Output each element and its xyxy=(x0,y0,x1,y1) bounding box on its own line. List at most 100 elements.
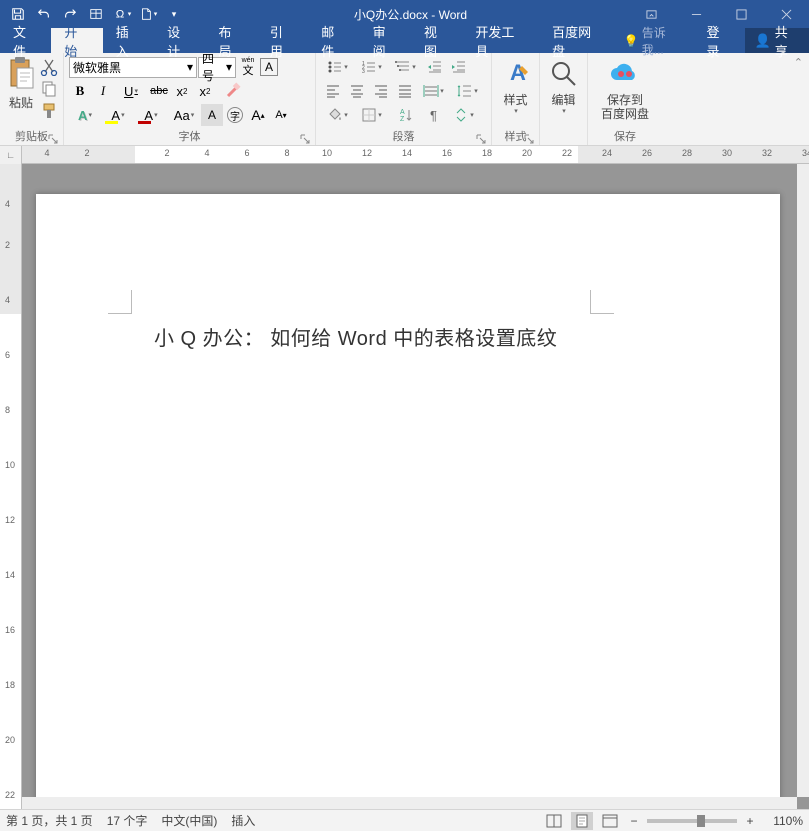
grow-font-button[interactable]: A▴ xyxy=(247,104,269,126)
shading-button[interactable]: ▾ xyxy=(321,104,354,126)
tab-file[interactable]: 文件 xyxy=(0,28,51,53)
tab-developer[interactable]: 开发工具 xyxy=(462,28,539,53)
show-marks-button[interactable]: ¶ xyxy=(423,104,446,126)
char-border-button[interactable]: A xyxy=(260,58,278,76)
share-icon: 👤 xyxy=(755,33,771,49)
editing-button[interactable]: 编辑 ▾ xyxy=(540,56,588,127)
zoom-level[interactable]: 110% xyxy=(763,814,803,828)
status-language[interactable]: 中文(中国) xyxy=(161,812,217,829)
window-title: 小Q办公.docx - Word xyxy=(192,6,629,23)
zoom-in-button[interactable]: + xyxy=(743,814,757,828)
dialog-launcher-icon[interactable] xyxy=(300,131,312,143)
font-size-combo[interactable]: 四号▾ xyxy=(198,57,236,78)
read-mode-icon[interactable] xyxy=(543,812,565,830)
underline-button[interactable]: U▾ xyxy=(115,80,147,102)
document-area: 2468101214161820224 小 Q 办公： 如何给 Word 中的表… xyxy=(0,164,809,809)
document-text[interactable]: 小 Q 办公： 如何给 Word 中的表格设置底纹 xyxy=(154,322,557,351)
ruler-corner: ∟ xyxy=(0,146,22,164)
styles-button[interactable]: A 样式 ▾ xyxy=(492,56,540,127)
decrease-indent-button[interactable] xyxy=(423,56,446,78)
align-right-button[interactable] xyxy=(369,80,392,102)
group-label: 保存 xyxy=(588,128,662,144)
tab-home[interactable]: 开始 xyxy=(51,28,102,53)
status-bar: 第 1 页，共 1 页 17 个字 中文(中国) 插入 − + 110% xyxy=(0,809,809,831)
tab-baidu[interactable]: 百度网盘 xyxy=(539,28,616,53)
highlight-button[interactable]: A▾ xyxy=(102,104,134,126)
login-button[interactable]: 登录 xyxy=(693,28,744,53)
line-spacing-button[interactable]: ▾ xyxy=(451,80,484,102)
sort-button[interactable]: AZ xyxy=(389,104,422,126)
svg-text:A: A xyxy=(400,109,405,116)
multilevel-list-button[interactable]: ▾ xyxy=(389,56,422,78)
phonetic-guide-button[interactable]: wén文 xyxy=(237,56,259,78)
collapse-ribbon-icon[interactable]: ⌃ xyxy=(794,56,803,69)
status-page[interactable]: 第 1 页，共 1 页 xyxy=(6,812,93,829)
numbering-button[interactable]: 123▾ xyxy=(355,56,388,78)
scrollbar-vertical[interactable] xyxy=(797,164,809,797)
distribute-button[interactable]: ▾ xyxy=(417,80,450,102)
asian-layout-button[interactable]: ▾ xyxy=(447,104,480,126)
save-baidu-button[interactable]: 保存到 百度网盘 xyxy=(593,56,657,127)
group-styles: A 样式 ▾ 样式 xyxy=(492,53,540,145)
zoom-out-button[interactable]: − xyxy=(627,814,641,828)
enclose-char-button[interactable]: 字 xyxy=(224,104,246,126)
zoom-slider[interactable] xyxy=(647,819,737,823)
page: 小 Q 办公： 如何给 Word 中的表格设置底纹 xyxy=(36,194,780,809)
char-shading-button[interactable]: A xyxy=(201,104,223,126)
paste-button[interactable]: 粘贴 xyxy=(5,56,37,127)
align-center-button[interactable] xyxy=(345,80,368,102)
align-justify-button[interactable] xyxy=(393,80,416,102)
group-editing: 编辑 ▾ xyxy=(540,53,588,145)
tab-design[interactable]: 设计 xyxy=(154,28,205,53)
copy-icon[interactable] xyxy=(40,80,58,98)
clear-format-button[interactable] xyxy=(217,80,249,102)
dialog-launcher-icon[interactable] xyxy=(476,131,488,143)
group-label: 字体 xyxy=(64,128,315,144)
tab-review[interactable]: 审阅 xyxy=(360,28,411,53)
status-words[interactable]: 17 个字 xyxy=(107,812,148,829)
margin-corner-tr xyxy=(590,290,614,314)
borders-button[interactable]: ▾ xyxy=(355,104,388,126)
lightbulb-icon: 💡 xyxy=(624,34,639,48)
italic-button[interactable]: I xyxy=(92,80,114,102)
bold-button[interactable]: B xyxy=(69,80,91,102)
dialog-launcher-icon[interactable] xyxy=(48,131,60,143)
cut-icon[interactable] xyxy=(40,58,58,76)
align-left-button[interactable] xyxy=(321,80,344,102)
tab-insert[interactable]: 插入 xyxy=(103,28,154,53)
ribbon-tabs: 文件 开始 插入 设计 布局 引用 邮件 审阅 视图 开发工具 百度网盘 💡告诉… xyxy=(0,28,809,53)
font-color-button[interactable]: A▾ xyxy=(135,104,167,126)
tell-me[interactable]: 💡告诉我... xyxy=(616,28,694,53)
change-case-button[interactable]: Aa▾ xyxy=(168,104,200,126)
group-label: 段落 xyxy=(316,128,491,144)
increase-indent-button[interactable] xyxy=(447,56,470,78)
ruler-vertical[interactable]: 2468101214161820224 xyxy=(0,164,22,809)
zoom-thumb[interactable] xyxy=(697,815,705,827)
page-canvas[interactable]: 小 Q 办公： 如何给 Word 中的表格设置底纹 xyxy=(22,164,797,797)
tab-mailings[interactable]: 邮件 xyxy=(308,28,359,53)
ruler-horizontal[interactable]: ∟ 42246810121416182022242628303234 xyxy=(0,146,809,164)
styles-icon: A xyxy=(500,58,532,90)
baidu-cloud-icon xyxy=(609,58,641,90)
web-layout-icon[interactable] xyxy=(599,812,621,830)
tab-references[interactable]: 引用 xyxy=(257,28,308,53)
share-button[interactable]: 👤共享 xyxy=(745,28,809,53)
shrink-font-button[interactable]: A▾ xyxy=(270,104,292,126)
bullets-button[interactable]: ▾ xyxy=(321,56,354,78)
format-painter-icon[interactable] xyxy=(40,102,58,120)
svg-text:3: 3 xyxy=(362,69,365,75)
tab-view[interactable]: 视图 xyxy=(411,28,462,53)
group-save: 保存到 百度网盘 保存 xyxy=(588,53,662,145)
superscript-button[interactable]: x2 xyxy=(194,80,216,102)
svg-text:¶: ¶ xyxy=(430,108,437,123)
scrollbar-horizontal[interactable] xyxy=(22,797,797,809)
paste-icon xyxy=(5,56,37,92)
text-effects-button[interactable]: A▾ xyxy=(69,104,101,126)
subscript-button[interactable]: x2 xyxy=(171,80,193,102)
font-name-combo[interactable]: 微软雅黑▾ xyxy=(69,57,197,78)
strikethrough-button[interactable]: abc xyxy=(148,80,170,102)
svg-text:Z: Z xyxy=(400,116,405,123)
dialog-launcher-icon[interactable] xyxy=(524,131,536,143)
status-mode[interactable]: 插入 xyxy=(231,812,255,829)
print-layout-icon[interactable] xyxy=(571,812,593,830)
